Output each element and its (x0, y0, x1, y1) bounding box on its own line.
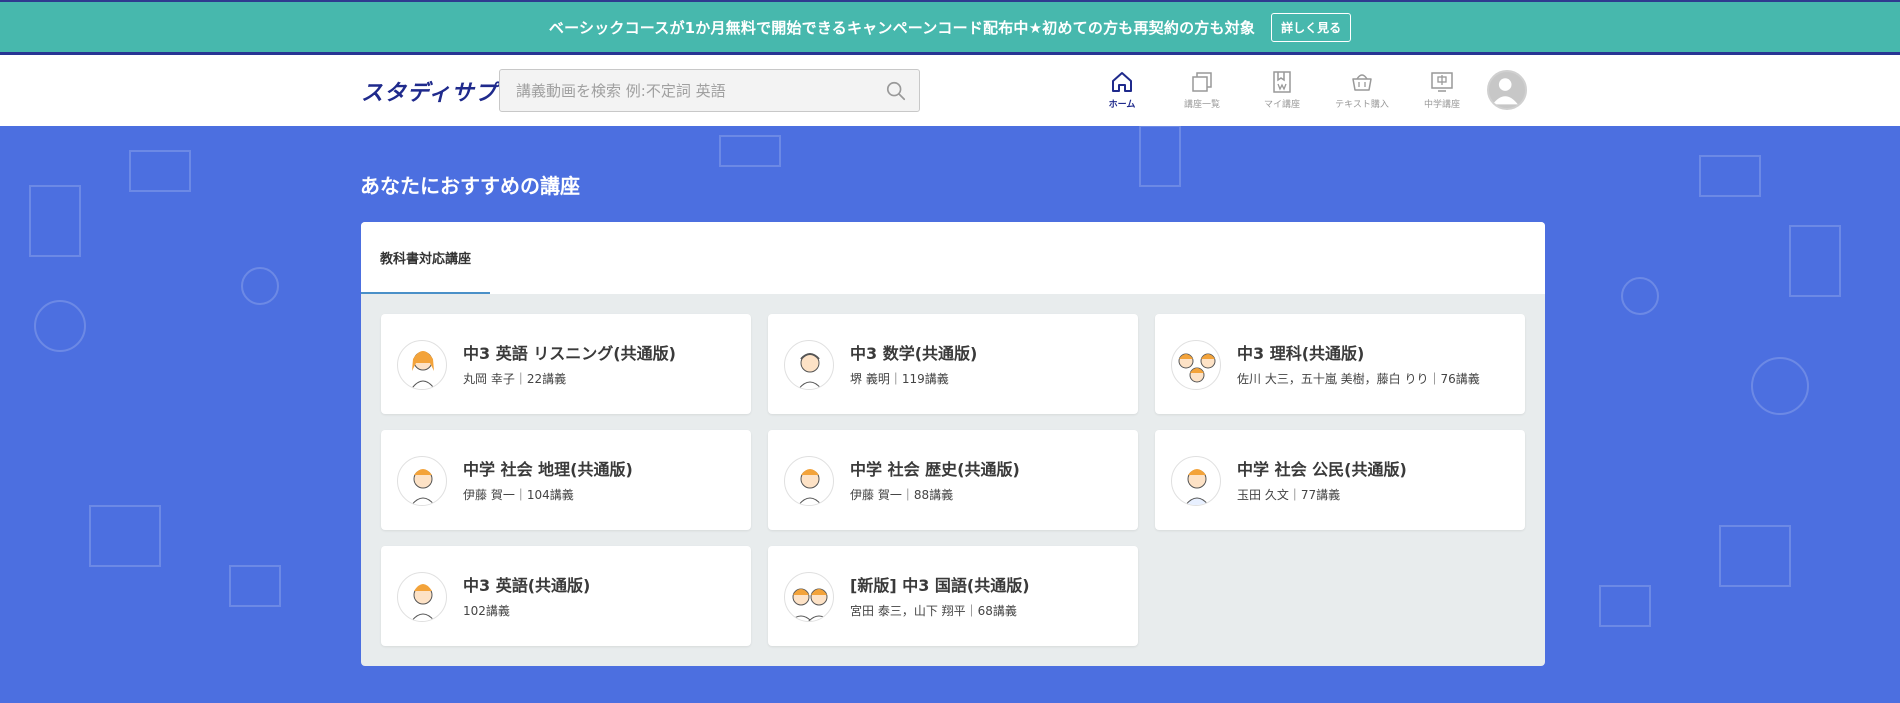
course-meta: 宮田 泰三，山下 翔平｜68講義 (850, 604, 1017, 618)
user-icon (1492, 78, 1518, 105)
teacher-avatar (784, 572, 834, 622)
course-list-icon (1192, 72, 1212, 92)
my-course-icon (1273, 71, 1291, 93)
course-title: 中3 数学(共通版) (850, 344, 978, 363)
course-meta: 102講義 (463, 604, 510, 618)
course-meta: 堺 義明｜119講義 (850, 372, 949, 386)
nav-label-junior-high: 中学講座 (1423, 100, 1460, 110)
recommended-panel: 教科書対応講座 中3 英語 リスニング(共通版) 丸岡 幸子｜22講義 中3 数… (361, 222, 1545, 666)
course-card[interactable]: [新版] 中3 国語(共通版) 宮田 泰三，山下 翔平｜68講義 (768, 546, 1138, 646)
nav-item-junior-high[interactable]: 中学講座 (1402, 69, 1482, 110)
nav-label-text-purchase: テキスト購入 (1335, 100, 1389, 110)
nav-item-course-list[interactable]: 講座一覧 (1162, 69, 1242, 110)
course-meta: 伊藤 賀一｜104講義 (463, 488, 574, 502)
course-title: 中3 英語(共通版) (463, 576, 591, 595)
search-input[interactable] (516, 81, 885, 100)
teacher-avatar (397, 340, 447, 390)
junior-high-icon (1431, 72, 1453, 92)
search-box (499, 69, 920, 112)
details-button[interactable]: 詳しく見る (1271, 12, 1352, 42)
nav-label-course-list: 講座一覧 (1183, 100, 1220, 110)
avatar[interactable] (1487, 70, 1527, 110)
course-card[interactable]: 中学 社会 公民(共通版) 玉田 久文｜77講義 (1155, 430, 1525, 530)
teacher-avatar (784, 340, 834, 390)
teacher-avatar (1171, 456, 1221, 506)
course-meta: 伊藤 賀一｜88講義 (850, 488, 954, 502)
nav-label-my-course: マイ講座 (1263, 100, 1300, 110)
banner-text: ベーシックコースが1か月無料で開始できるキャンペーンコード配布中★初めての方も再… (548, 18, 1256, 37)
course-card[interactable]: 中3 英語 リスニング(共通版) 丸岡 幸子｜22講義 (381, 314, 751, 414)
nav-item-home[interactable]: ホーム (1082, 69, 1162, 110)
logo[interactable]: スタディサプリ (361, 75, 520, 107)
panel-tabs: 教科書対応講座 (361, 222, 1545, 294)
site-header: スタディサプリ ホーム 講座一覧 マイ講座 (0, 55, 1900, 126)
course-title: 中3 英語 リスニング(共通版) (463, 344, 676, 363)
tab-textbook-courses[interactable]: 教科書対応講座 (361, 222, 490, 294)
teacher-avatar (397, 456, 447, 506)
course-card[interactable]: 中3 数学(共通版) 堺 義明｜119講義 (768, 314, 1138, 414)
teacher-avatar (1171, 340, 1221, 390)
home-icon (1112, 72, 1132, 92)
course-meta: 丸岡 幸子｜22講義 (463, 372, 567, 386)
course-meta: 佐川 大三，五十嵐 美樹，藤白 りり｜76講義 (1237, 372, 1480, 386)
course-title: 中3 理科(共通版) (1237, 344, 1365, 363)
course-title: [新版] 中3 国語(共通版) (850, 576, 1030, 595)
course-card[interactable]: 中学 社会 歴史(共通版) 伊藤 賀一｜88講義 (768, 430, 1138, 530)
course-card[interactable]: 中3 理科(共通版) 佐川 大三，五十嵐 美樹，藤白 りり｜76講義 (1155, 314, 1525, 414)
course-title: 中学 社会 地理(共通版) (463, 460, 633, 479)
teacher-avatar (784, 456, 834, 506)
nav-item-text-purchase[interactable]: テキスト購入 (1322, 69, 1402, 110)
course-card[interactable]: 中学 社会 地理(共通版) 伊藤 賀一｜104講義 (381, 430, 751, 530)
nav-item-my-course[interactable]: マイ講座 (1242, 69, 1322, 110)
course-title: 中学 社会 歴史(共通版) (850, 460, 1020, 479)
teacher-avatar (397, 572, 447, 622)
basket-icon (1352, 74, 1372, 91)
campaign-banner: ベーシックコースが1か月無料で開始できるキャンペーンコード配布中★初めての方も再… (0, 0, 1900, 55)
course-card[interactable]: 中3 英語(共通版) 102講義 (381, 546, 751, 646)
course-title: 中学 社会 公民(共通版) (1237, 460, 1407, 479)
nav-label-home: ホーム (1108, 100, 1136, 110)
section-title: あなたにおすすめの講座 (360, 174, 580, 198)
main-nav: ホーム 講座一覧 マイ講座 テキスト購入 中学講座 (1082, 69, 1482, 110)
search-icon[interactable] (885, 80, 907, 102)
course-meta: 玉田 久文｜77講義 (1237, 488, 1341, 502)
